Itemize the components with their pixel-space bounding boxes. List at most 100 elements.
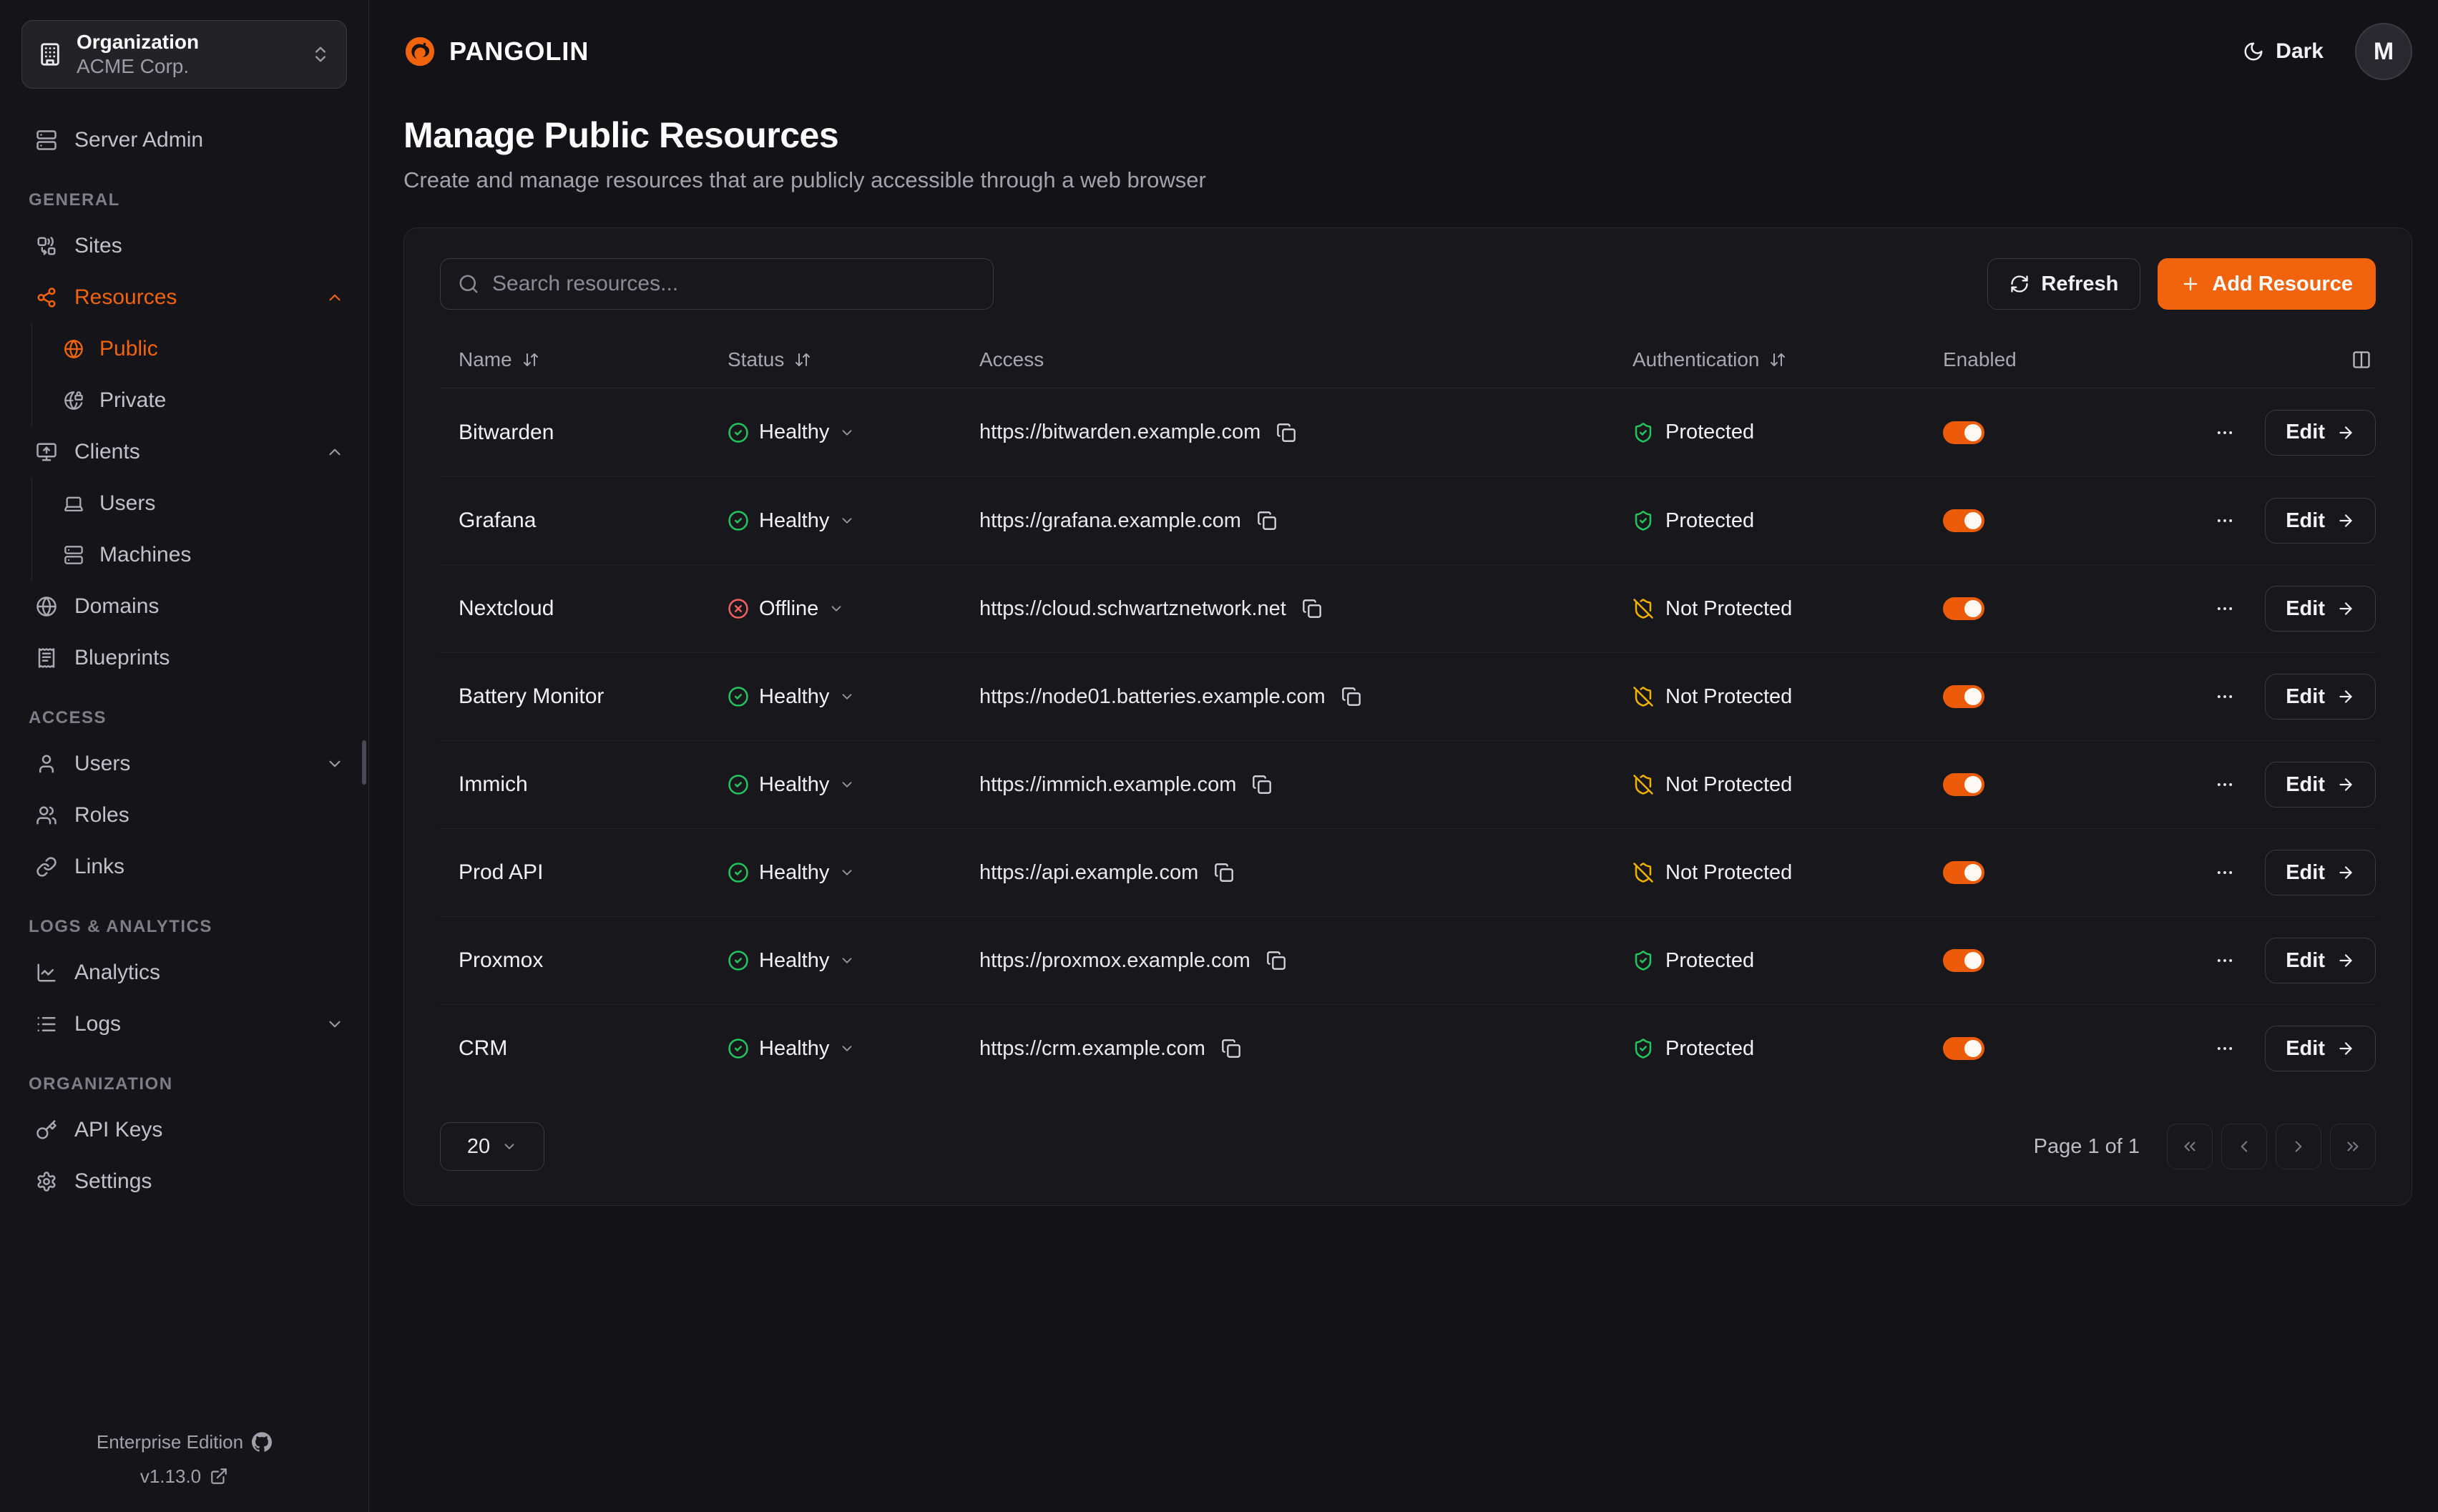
copy-url-button[interactable] xyxy=(1221,1039,1241,1059)
sidebar-item-clients[interactable]: Clients xyxy=(0,426,368,478)
enabled-toggle[interactable] xyxy=(1943,773,1984,796)
shield-check-icon xyxy=(1632,1038,1654,1059)
table-row: Proxmox Healthy https://proxmox.example.… xyxy=(440,916,2376,1004)
status-select[interactable]: Healthy xyxy=(728,773,855,797)
row-menu-button[interactable] xyxy=(2215,687,2235,707)
sidebar-item-public[interactable]: Public xyxy=(32,323,368,375)
enabled-toggle[interactable] xyxy=(1943,421,1984,444)
column-header-authentication[interactable]: Authentication xyxy=(1614,348,1924,371)
row-menu-button[interactable] xyxy=(2215,599,2235,619)
sidebar-item-label: Settings xyxy=(74,1169,344,1194)
sidebar-item-domains[interactable]: Domains xyxy=(0,581,368,632)
sidebar-item-resources[interactable]: Resources xyxy=(0,272,368,323)
resource-url[interactable]: https://bitwarden.example.com xyxy=(979,421,1260,444)
status-select[interactable]: Healthy xyxy=(728,949,855,973)
status-select[interactable]: Healthy xyxy=(728,509,855,533)
status-select[interactable]: Healthy xyxy=(728,1037,855,1061)
first-page-button[interactable] xyxy=(2167,1124,2213,1169)
sidebar-item-logs[interactable]: Logs xyxy=(0,998,368,1050)
authentication-status: Protected xyxy=(1632,421,1754,444)
search-input[interactable] xyxy=(492,272,976,296)
edit-button[interactable]: Edit xyxy=(2265,674,2376,720)
sidebar-item-links[interactable]: Links xyxy=(0,841,368,893)
resource-url[interactable]: https://grafana.example.com xyxy=(979,509,1241,533)
add-resource-button[interactable]: Add Resource xyxy=(2158,258,2376,310)
chevron-down-icon xyxy=(325,1015,344,1034)
edit-button[interactable]: Edit xyxy=(2265,586,2376,632)
page-size-select[interactable]: 20 xyxy=(440,1122,544,1171)
prev-page-button[interactable] xyxy=(2221,1124,2267,1169)
row-menu-button[interactable] xyxy=(2215,863,2235,883)
copy-url-button[interactable] xyxy=(1252,775,1272,795)
edit-button[interactable]: Edit xyxy=(2265,410,2376,456)
sidebar-item-client-users[interactable]: Users xyxy=(32,478,368,529)
sidebar-item-blueprints[interactable]: Blueprints xyxy=(0,632,368,684)
sidebar-scrollbar[interactable] xyxy=(362,740,366,785)
status-select[interactable]: Healthy xyxy=(728,685,855,709)
sidebar-item-label: Blueprints xyxy=(74,646,344,670)
sidebar-item-api-keys[interactable]: API Keys xyxy=(0,1104,368,1156)
enabled-toggle[interactable] xyxy=(1943,597,1984,620)
external-link-icon[interactable] xyxy=(210,1467,228,1486)
brand-logo[interactable]: PANGOLIN xyxy=(403,35,589,68)
resource-url[interactable]: https://node01.batteries.example.com xyxy=(979,685,1326,709)
authentication-status: Protected xyxy=(1632,509,1754,533)
status-select[interactable]: Healthy xyxy=(728,421,855,444)
brand-name: PANGOLIN xyxy=(449,36,589,67)
sidebar-item-analytics[interactable]: Analytics xyxy=(0,947,368,998)
edit-label: Edit xyxy=(2286,597,2325,621)
column-header-status[interactable]: Status xyxy=(709,348,961,371)
last-page-button[interactable] xyxy=(2330,1124,2376,1169)
edit-button[interactable]: Edit xyxy=(2265,498,2376,544)
copy-url-button[interactable] xyxy=(1266,951,1286,971)
arrow-right-icon xyxy=(2336,863,2355,882)
copy-url-button[interactable] xyxy=(1276,423,1296,443)
column-visibility-button[interactable] xyxy=(2157,350,2376,370)
avatar[interactable]: M xyxy=(2355,23,2412,80)
enabled-toggle[interactable] xyxy=(1943,861,1984,884)
status-select[interactable]: Offline xyxy=(728,597,844,621)
resource-url[interactable]: https://proxmox.example.com xyxy=(979,949,1250,973)
row-menu-button[interactable] xyxy=(2215,1039,2235,1059)
row-menu-button[interactable] xyxy=(2215,423,2235,443)
sidebar-item-private[interactable]: Private xyxy=(32,375,368,426)
chevrons-left-icon xyxy=(2180,1137,2199,1156)
resource-url[interactable]: https://immich.example.com xyxy=(979,773,1236,797)
shield-check-icon xyxy=(1632,510,1654,531)
refresh-button[interactable]: Refresh xyxy=(1987,258,2140,310)
github-icon[interactable] xyxy=(252,1432,272,1452)
enabled-toggle[interactable] xyxy=(1943,949,1984,972)
enabled-toggle[interactable] xyxy=(1943,1037,1984,1060)
resource-url[interactable]: https://crm.example.com xyxy=(979,1037,1205,1061)
resource-url[interactable]: https://cloud.schwartznetwork.net xyxy=(979,597,1286,621)
edit-button[interactable]: Edit xyxy=(2265,762,2376,807)
row-menu-button[interactable] xyxy=(2215,775,2235,795)
sidebar-item-sites[interactable]: Sites xyxy=(0,220,368,272)
sidebar-item-server-admin[interactable]: Server Admin xyxy=(0,114,368,166)
sidebar-item-users[interactable]: Users xyxy=(0,738,368,790)
authentication-status: Not Protected xyxy=(1632,773,1792,797)
copy-url-button[interactable] xyxy=(1214,863,1234,883)
enabled-toggle[interactable] xyxy=(1943,685,1984,708)
enabled-toggle[interactable] xyxy=(1943,509,1984,532)
sidebar-item-settings[interactable]: Settings xyxy=(0,1156,368,1207)
copy-url-button[interactable] xyxy=(1257,511,1277,531)
theme-toggle[interactable]: Dark xyxy=(2243,39,2324,64)
edit-button[interactable]: Edit xyxy=(2265,850,2376,895)
sidebar-item-roles[interactable]: Roles xyxy=(0,790,368,841)
sidebar-item-machines[interactable]: Machines xyxy=(32,529,368,581)
edit-button[interactable]: Edit xyxy=(2265,1026,2376,1071)
row-menu-button[interactable] xyxy=(2215,511,2235,531)
org-switcher-label: Organization xyxy=(77,30,296,54)
row-menu-button[interactable] xyxy=(2215,951,2235,971)
refresh-label: Refresh xyxy=(2041,273,2118,296)
key-icon xyxy=(36,1119,57,1141)
column-header-name[interactable]: Name xyxy=(440,348,709,371)
copy-url-button[interactable] xyxy=(1341,687,1361,707)
status-select[interactable]: Healthy xyxy=(728,861,855,885)
next-page-button[interactable] xyxy=(2276,1124,2321,1169)
copy-url-button[interactable] xyxy=(1302,599,1322,619)
org-switcher[interactable]: Organization ACME Corp. xyxy=(21,20,347,89)
edit-button[interactable]: Edit xyxy=(2265,938,2376,983)
resource-url[interactable]: https://api.example.com xyxy=(979,861,1198,885)
